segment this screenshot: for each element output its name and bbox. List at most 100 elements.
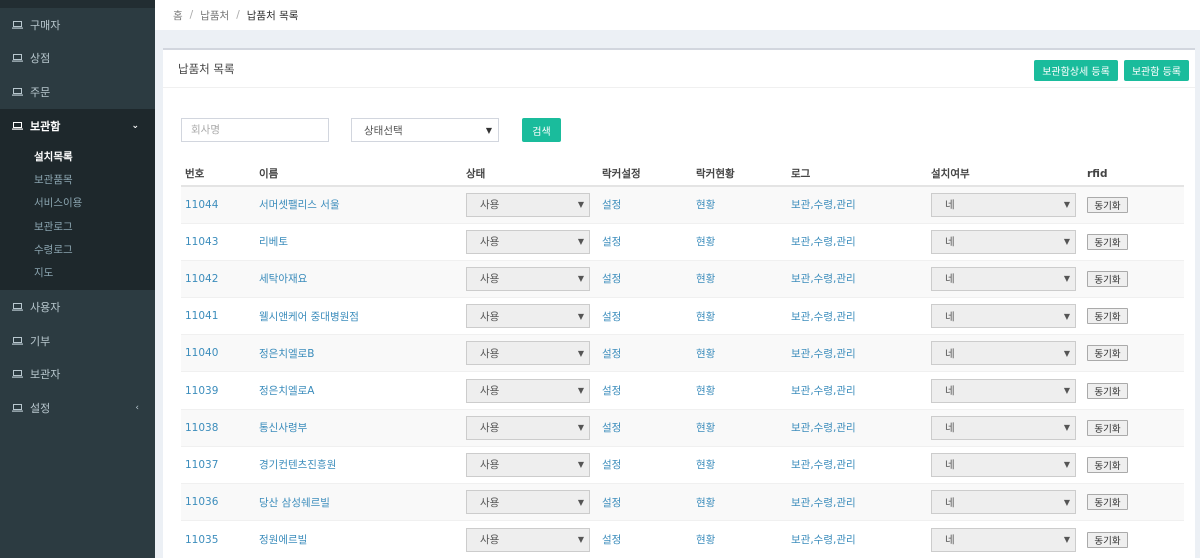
row-install-select[interactable]: 네 ▼: [931, 527, 1076, 552]
row-log-link[interactable]: 보관,수령,관리: [791, 497, 856, 509]
row-name-link[interactable]: 서머셋팰리스 서울: [259, 199, 340, 211]
row-name-link[interactable]: 리베토: [259, 236, 288, 248]
company-name-input[interactable]: [181, 118, 329, 142]
breadcrumb-home[interactable]: 홈: [173, 8, 183, 23]
row-current-link[interactable]: 현황: [696, 348, 715, 360]
row-status-select[interactable]: 사용 ▼: [466, 192, 590, 217]
row-name-link[interactable]: 정은치엘로B: [259, 348, 315, 360]
row-number-link[interactable]: 11039: [185, 385, 218, 397]
register-locker-button[interactable]: 보관함 등록: [1123, 60, 1189, 81]
row-name-link[interactable]: 정원에르빌: [259, 534, 307, 546]
row-current-link[interactable]: 현황: [696, 236, 715, 248]
row-log-link[interactable]: 보관,수령,관리: [791, 534, 856, 546]
row-number-link[interactable]: 11037: [185, 459, 218, 471]
row-setting-link[interactable]: 설정: [602, 422, 621, 434]
row-setting-link[interactable]: 설정: [602, 199, 621, 211]
submenu-item-install-list[interactable]: 설치목록: [0, 145, 155, 168]
row-name-link[interactable]: 웰시앤케어 중대병원점: [259, 311, 359, 323]
row-current-link[interactable]: 현황: [696, 273, 715, 285]
submenu-item-storage-log[interactable]: 보관로그: [0, 214, 155, 237]
row-rfid-sync-button[interactable]: 동기화: [1087, 419, 1128, 436]
row-install-select[interactable]: 네 ▼: [931, 341, 1076, 366]
row-setting-link[interactable]: 설정: [602, 348, 621, 360]
row-setting-link[interactable]: 설정: [602, 534, 621, 546]
sidebar-item-settings[interactable]: 설정 ‹: [0, 391, 155, 425]
sidebar-item-donation[interactable]: 기부: [0, 324, 155, 358]
row-setting-link[interactable]: 설정: [602, 459, 621, 471]
search-button[interactable]: 검색: [522, 118, 561, 142]
row-rfid-sync-button[interactable]: 동기화: [1087, 456, 1128, 473]
row-rfid-sync-button[interactable]: 동기화: [1087, 233, 1128, 250]
row-log-link[interactable]: 보관,수령,관리: [791, 311, 856, 323]
row-install-select[interactable]: 네 ▼: [931, 304, 1076, 329]
row-name-link[interactable]: 통신사령부: [259, 422, 307, 434]
row-status-select[interactable]: 사용 ▼: [466, 415, 590, 440]
row-log-link[interactable]: 보관,수령,관리: [791, 459, 856, 471]
row-current-link[interactable]: 현황: [696, 534, 715, 546]
sidebar-item-buyer[interactable]: 구매자: [0, 8, 155, 42]
row-rfid-sync-button[interactable]: 동기화: [1087, 531, 1128, 548]
row-number-link[interactable]: 11035: [185, 534, 218, 546]
row-status-select[interactable]: 사용 ▼: [466, 229, 590, 254]
row-current-link[interactable]: 현황: [696, 497, 715, 509]
submenu-item-stored-items[interactable]: 보관품목: [0, 168, 155, 191]
row-install-select[interactable]: 네 ▼: [931, 415, 1076, 440]
row-status-select[interactable]: 사용 ▼: [466, 304, 590, 329]
row-status-select[interactable]: 사용 ▼: [466, 341, 590, 366]
sidebar-item-locker[interactable]: 보관함 ⌄: [0, 108, 155, 143]
row-number-link[interactable]: 11036: [185, 496, 218, 508]
row-rfid-sync-button[interactable]: 동기화: [1087, 382, 1128, 399]
row-install-select[interactable]: 네 ▼: [931, 490, 1076, 515]
row-number-link[interactable]: 11041: [185, 310, 218, 322]
row-log-link[interactable]: 보관,수령,관리: [791, 273, 856, 285]
row-install-select[interactable]: 네 ▼: [931, 192, 1076, 217]
row-name-link[interactable]: 당산 삼성쉐르빌: [259, 497, 330, 509]
row-current-link[interactable]: 현황: [696, 385, 715, 397]
row-install-select[interactable]: 네 ▼: [931, 452, 1076, 477]
submenu-item-receive-log[interactable]: 수령로그: [0, 238, 155, 261]
row-current-link[interactable]: 현황: [696, 311, 715, 323]
row-install-select[interactable]: 네 ▼: [931, 266, 1076, 291]
row-log-link[interactable]: 보관,수령,관리: [791, 385, 856, 397]
breadcrumb-supplier[interactable]: 납품처: [200, 8, 229, 23]
row-name-link[interactable]: 세탁아재요: [259, 273, 307, 285]
row-log-link[interactable]: 보관,수령,관리: [791, 199, 856, 211]
row-rfid-sync-button[interactable]: 동기화: [1087, 308, 1128, 325]
row-current-link[interactable]: 현황: [696, 199, 715, 211]
row-rfid-sync-button[interactable]: 동기화: [1087, 494, 1128, 511]
row-install-select[interactable]: 네 ▼: [931, 229, 1076, 254]
row-status-select[interactable]: 사용 ▼: [466, 490, 590, 515]
sidebar-item-keeper[interactable]: 보관자: [0, 357, 155, 391]
row-setting-link[interactable]: 설정: [602, 497, 621, 509]
row-current-link[interactable]: 현황: [696, 422, 715, 434]
submenu-item-map[interactable]: 지도: [0, 261, 155, 284]
sidebar-item-store[interactable]: 상점: [0, 42, 155, 76]
row-rfid-sync-button[interactable]: 동기화: [1087, 345, 1128, 362]
row-log-link[interactable]: 보관,수령,관리: [791, 236, 856, 248]
row-status-select[interactable]: 사용 ▼: [466, 527, 590, 552]
row-name-link[interactable]: 정은치엘로A: [259, 385, 314, 397]
row-number-link[interactable]: 11038: [185, 422, 218, 434]
row-install-select[interactable]: 네 ▼: [931, 378, 1076, 403]
row-status-select[interactable]: 사용 ▼: [466, 452, 590, 477]
row-rfid-sync-button[interactable]: 동기화: [1087, 270, 1128, 287]
row-number-link[interactable]: 11043: [185, 236, 218, 248]
row-setting-link[interactable]: 설정: [602, 385, 621, 397]
row-status-select[interactable]: 사용 ▼: [466, 378, 590, 403]
submenu-item-service-use[interactable]: 서비스이용: [0, 191, 155, 214]
row-current-link[interactable]: 현황: [696, 459, 715, 471]
row-rfid-sync-button[interactable]: 동기화: [1087, 196, 1128, 213]
status-select[interactable]: 상태선택 ▼: [351, 118, 499, 142]
row-log-link[interactable]: 보관,수령,관리: [791, 348, 856, 360]
row-log-link[interactable]: 보관,수령,관리: [791, 422, 856, 434]
row-setting-link[interactable]: 설정: [602, 273, 621, 285]
row-number-link[interactable]: 11042: [185, 273, 218, 285]
row-number-link[interactable]: 11044: [185, 199, 218, 211]
sidebar-item-user[interactable]: 사용자: [0, 290, 155, 324]
row-status-select[interactable]: 사용 ▼: [466, 266, 590, 291]
row-number-link[interactable]: 11040: [185, 347, 218, 359]
row-name-link[interactable]: 경기컨텐츠진흥원: [259, 459, 336, 471]
row-setting-link[interactable]: 설정: [602, 236, 621, 248]
row-setting-link[interactable]: 설정: [602, 311, 621, 323]
sidebar-item-order[interactable]: 주문: [0, 75, 155, 109]
